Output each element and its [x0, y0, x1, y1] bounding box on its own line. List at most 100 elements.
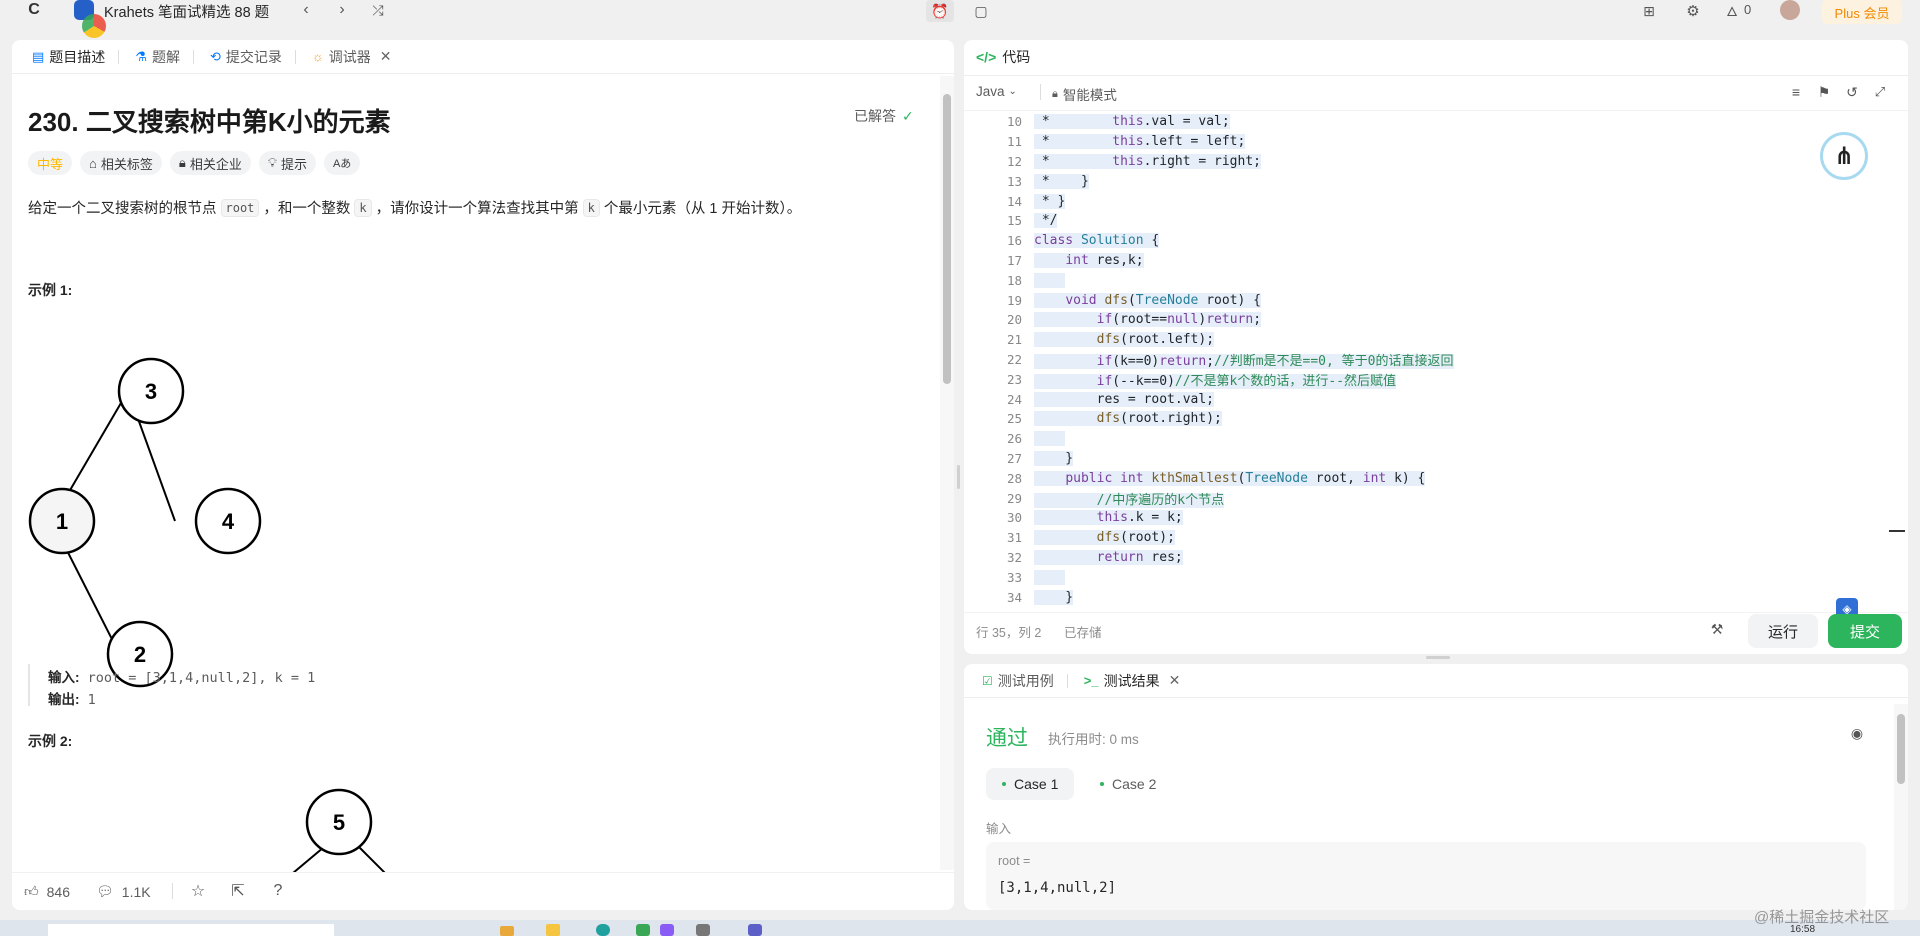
folder-app-icon[interactable] [546, 924, 560, 936]
note-icon[interactable]: ▢ [970, 0, 992, 22]
eye-icon[interactable]: ◉ [1846, 722, 1868, 744]
results-scrollbar-thumb[interactable] [1897, 714, 1905, 784]
related-tags-button[interactable]: ⌂ 相关标签 [80, 151, 162, 175]
code-line[interactable]: 33 [964, 567, 1864, 587]
code-line[interactable]: 24 res = root.val; [964, 389, 1864, 409]
pass-dot [1002, 782, 1006, 786]
close-tab-icon[interactable]: ✕ [1169, 672, 1181, 689]
case-1-tab[interactable]: Case 1 [986, 768, 1075, 800]
code-line[interactable]: 32 return res; [964, 548, 1864, 568]
code-token: this [1112, 153, 1144, 169]
vertical-resize-handle[interactable] [957, 465, 960, 489]
code-line[interactable]: 25 dfs(root.right); [964, 409, 1864, 429]
code-line[interactable]: 22 if(k==0)return;//判断m是不是==0, 等于0的话直接返回 [964, 350, 1864, 370]
code-line[interactable]: 11 * this.left = left; [964, 132, 1864, 152]
code-line[interactable]: 21 dfs(root.left); [964, 330, 1864, 350]
code-line[interactable]: 10 * this.val = val; [964, 112, 1864, 132]
code-line[interactable]: 14 * } [964, 191, 1864, 211]
code-editor-panel: </> 代码 Java ⌄ 🔒︎ 智能模式 ≡ ⚑ ↺ ⤢ 10 * this.… [964, 40, 1908, 654]
code-token: ( [1127, 292, 1136, 308]
code-line-text: * } [1034, 193, 1066, 209]
code-token: .val = val; [1143, 114, 1230, 130]
prev-problem-icon[interactable]: ‹ [296, 0, 316, 20]
spacer-icon [596, 924, 610, 936]
code-token: .k = k; [1127, 510, 1183, 526]
ai-assistant-icon[interactable]: ⋔ [1820, 132, 1868, 180]
code-header-label: 代码 [1002, 49, 1031, 65]
code-line[interactable]: 19 void dfs(TreeNode root) { [964, 290, 1864, 310]
format-icon[interactable]: ≡ [1786, 82, 1806, 102]
tab-debugger[interactable]: ☼ 调试器 ✕ [304, 40, 400, 74]
line-number: 11 [1006, 134, 1022, 150]
favorite-star-icon[interactable]: ☆ [188, 881, 208, 901]
streak-flame-icon[interactable]: 🜂 [1724, 0, 1740, 22]
layout-icon[interactable]: ⊞ [1638, 0, 1660, 22]
settings-app-icon[interactable] [696, 924, 710, 936]
alarm-clock-icon[interactable]: ⏰ [926, 0, 954, 22]
close-tab-icon[interactable]: ✕ [380, 48, 392, 65]
code-line[interactable]: 27 } [964, 449, 1864, 469]
tab-submissions[interactable]: ⟲ 提交记录 [202, 40, 304, 74]
leetcode-logo-icon[interactable]: C [24, 0, 44, 20]
code-line[interactable]: 30 this.k = k; [964, 508, 1864, 528]
code-line-text: if(k==0)return;//判断m是不是==0, 等于0的话直接返回 [1034, 350, 1454, 369]
code-token: ; [1253, 312, 1262, 328]
ide-app-icon[interactable] [660, 924, 674, 936]
taskbar-app-icon[interactable] [500, 926, 514, 936]
selection-highlight: * this.right = right; [1034, 153, 1261, 169]
debug-run-icon[interactable]: ⚒ [1706, 618, 1728, 640]
next-problem-icon[interactable]: › [332, 0, 352, 20]
code-token: public int [1065, 470, 1144, 486]
code-line[interactable]: 28 public int kthSmallest(TreeNode root,… [964, 468, 1864, 488]
code-line[interactable]: 26 [964, 429, 1864, 449]
editor-app-icon[interactable] [636, 924, 650, 936]
input-box: root = [3,1,4,null,2] [986, 842, 1866, 910]
code-line[interactable]: 34 } [964, 587, 1864, 607]
run-button[interactable]: 运行 [1748, 614, 1818, 648]
problem-scrollbar[interactable] [940, 76, 954, 870]
results-scrollbar[interactable] [1894, 704, 1908, 910]
taskbar-search-box[interactable] [48, 924, 334, 936]
problem-title[interactable]: 230. 二叉搜索树中第K小的元素 [28, 102, 391, 139]
hint-button[interactable]: 💡︎ 提示 [258, 151, 316, 175]
code-token: //中序遍历的k个节点 [1096, 492, 1225, 508]
code-line[interactable]: 18 [964, 270, 1864, 290]
shuffle-icon[interactable]: ⤮ [368, 0, 388, 20]
related-companies-button[interactable]: 🔒︎ 相关企业 [169, 151, 251, 175]
code-line[interactable]: 13 * } [964, 171, 1864, 191]
help-icon[interactable]: ? [268, 881, 288, 901]
code-line[interactable]: 15 */ [964, 211, 1864, 231]
tab-test-result[interactable]: >_ 测试结果 ✕ [1076, 664, 1189, 698]
code-token: this [1112, 134, 1144, 150]
settings-gear-icon[interactable]: ⚙ [1682, 0, 1704, 22]
language-select[interactable]: Java ⌄ [976, 84, 1017, 99]
code-line[interactable]: 20 if(root==null)return; [964, 310, 1864, 330]
code-line[interactable]: 16 class Solution { [964, 231, 1864, 251]
teams-app-icon[interactable] [748, 924, 762, 936]
like-button[interactable]: 👍︎ 846 [24, 883, 70, 900]
code-area[interactable]: 10 * this.val = val; 11 * this.left = lef… [964, 112, 1894, 605]
input-section-label: 输入 [986, 822, 1012, 836]
reset-icon[interactable]: ↺ [1842, 82, 1862, 102]
share-icon[interactable]: ⇱ [228, 881, 248, 901]
comments-button[interactable]: 💬︎ 1.1K [96, 883, 151, 900]
code-line[interactable]: 23 if(--k==0)//不是第k个数的话，进行--然后赋值 [964, 369, 1864, 389]
code-line[interactable]: 12 * this.right = right; [964, 152, 1864, 172]
smart-mode-toggle[interactable]: 🔒︎ 智能模式 [1052, 84, 1117, 104]
translate-button[interactable]: Aあ [323, 151, 361, 175]
problem-scrollbar-thumb[interactable] [943, 94, 951, 384]
submit-button[interactable]: 提交 [1828, 614, 1902, 648]
plus-membership-button[interactable]: Plus 会员 [1822, 0, 1902, 24]
code-line[interactable]: 17 int res,k; [964, 251, 1864, 271]
panel-resize-handle[interactable] [1426, 656, 1450, 659]
tab-solutions[interactable]: ⚗ 题解 [127, 40, 202, 74]
study-plan-title[interactable]: Krahets 笔面试精选 88 题 [104, 1, 269, 22]
code-line[interactable]: 29 //中序遍历的k个节点 [964, 488, 1864, 508]
avatar[interactable] [1780, 0, 1800, 20]
fullscreen-icon[interactable]: ⤢ [1870, 82, 1890, 102]
bookmark-icon[interactable]: ⚑ [1814, 82, 1834, 102]
case-2-tab[interactable]: Case 2 [1084, 768, 1172, 800]
tab-description[interactable]: ▤ 题目描述 [24, 40, 127, 74]
code-line[interactable]: 31 dfs(root); [964, 528, 1864, 548]
tab-testcases[interactable]: ☑ 测试用例 [974, 664, 1076, 698]
